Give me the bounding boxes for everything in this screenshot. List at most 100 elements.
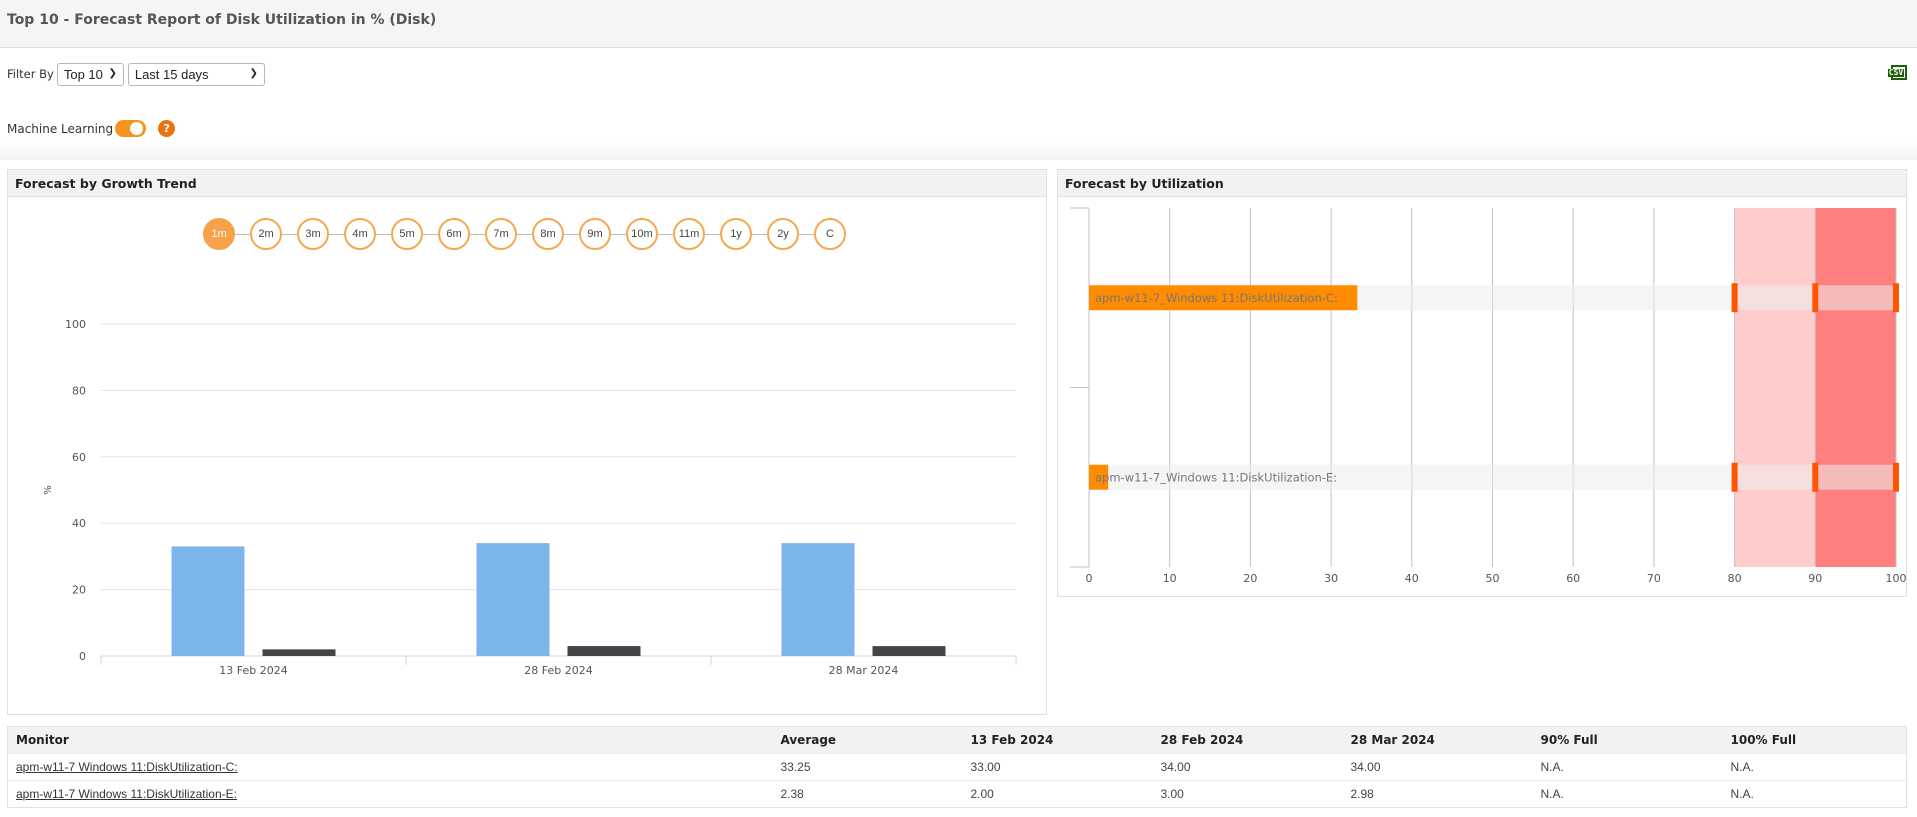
column-header-90-full[interactable]: 90% Full	[1532, 726, 1723, 754]
x-tick-label: 30	[1324, 572, 1338, 585]
period-connector	[799, 233, 814, 235]
period-button-5m[interactable]: 5m	[391, 218, 423, 250]
machine-learning-label: Machine Learning	[7, 121, 114, 136]
y-tick-label: 0	[79, 650, 86, 663]
period-select[interactable]: Last 15 days ❯	[127, 62, 265, 86]
toggle-knob	[130, 122, 144, 135]
period-button-1m[interactable]: 1m	[203, 218, 235, 250]
top-n-select-value: Top 10	[63, 66, 103, 82]
x-tick-label: 0	[1086, 572, 1093, 585]
bar-series-e	[567, 646, 641, 656]
y-tick-label: 60	[72, 451, 86, 464]
period-button-10m[interactable]: 10m	[626, 218, 658, 250]
machine-learning-row: Machine Learning ?	[7, 120, 176, 137]
90-full-cell: N.A.	[1532, 780, 1723, 808]
plot-band-warning	[1734, 208, 1816, 567]
date-3-cell: 2.98	[1342, 780, 1533, 808]
period-connector	[658, 233, 673, 235]
bar-series-c	[476, 543, 550, 656]
column-header-date-2[interactable]: 28 Feb 2024	[1152, 726, 1343, 754]
threshold-marker	[1731, 283, 1738, 313]
period-button-7m[interactable]: 7m	[485, 218, 517, 250]
average-cell: 2.38	[772, 780, 963, 808]
period-button-3m[interactable]: 3m	[297, 218, 329, 250]
bar-series-e	[872, 646, 946, 656]
chevron-down-icon: ❯	[249, 67, 258, 79]
period-connector	[517, 233, 532, 235]
threshold-marker	[1893, 462, 1899, 492]
column-header-date-3[interactable]: 28 Mar 2024	[1342, 726, 1533, 754]
x-tick-label: 28 Mar 2024	[829, 664, 899, 677]
monitor-link[interactable]: apm-w11-7 Windows 11:DiskUtilization-C:	[16, 760, 238, 774]
forecast-table: Monitor Average 13 Feb 2024 28 Feb 2024 …	[7, 726, 1907, 808]
growth-trend-title: Forecast by Growth Trend	[8, 170, 1046, 197]
bar-series-e	[262, 649, 336, 656]
filter-bar: Filter By Top 10 ❯ Last 15 days ❯	[7, 62, 269, 86]
date-2-cell: 3.00	[1152, 780, 1343, 808]
top-n-select[interactable]: Top 10 ❯	[56, 62, 124, 86]
x-tick-label: 80	[1728, 572, 1742, 585]
period-button-2m[interactable]: 2m	[250, 218, 282, 250]
help-icon[interactable]: ?	[158, 120, 176, 137]
bar-series-c	[781, 543, 855, 656]
period-button-9m[interactable]: 9m	[579, 218, 611, 250]
threshold-marker	[1731, 462, 1738, 492]
bar-label: apm-w11-7_Windows 11:DiskUtilization-E:	[1095, 470, 1337, 484]
bar-label: apm-w11-7_Windows 11:DiskUtilization-C:	[1095, 291, 1338, 305]
monitor-cell: apm-w11-7 Windows 11:DiskUtilization-C:	[7, 753, 773, 781]
utilization-chart: 0 10 20 30 40 50 60 70 80 90 100 apm-w11-7_Windows …	[1070, 207, 1907, 585]
period-button-C[interactable]: C	[814, 218, 846, 250]
threshold-marker	[1812, 283, 1819, 313]
period-connector	[282, 233, 297, 235]
period-button-11m[interactable]: 11m	[673, 218, 705, 250]
period-connector	[705, 233, 720, 235]
machine-learning-toggle[interactable]	[115, 120, 147, 137]
period-connector	[423, 233, 438, 235]
period-button-4m[interactable]: 4m	[344, 218, 376, 250]
column-header-average[interactable]: Average	[772, 726, 963, 754]
section-separator	[0, 140, 1917, 160]
period-connector	[329, 233, 344, 235]
page-header: Top 10 - Forecast Report of Disk Utiliza…	[0, 0, 1917, 48]
x-tick-label: 28 Feb 2024	[524, 664, 592, 677]
bar-series-c	[171, 546, 245, 656]
x-tick-label: 100	[1886, 572, 1907, 585]
x-tick-label: 13 Feb 2024	[219, 664, 287, 677]
period-button-2y[interactable]: 2y	[767, 218, 799, 250]
period-button-6m[interactable]: 6m	[438, 218, 470, 250]
period-connector	[470, 233, 485, 235]
threshold-marker	[1812, 462, 1819, 492]
date-2-cell: 34.00	[1152, 753, 1343, 781]
utilization-title: Forecast by Utilization	[1058, 170, 1906, 197]
x-tick-label: 60	[1566, 572, 1580, 585]
monitor-cell: apm-w11-7 Windows 11:DiskUtilization-E:	[7, 780, 773, 808]
date-3-cell: 34.00	[1342, 753, 1533, 781]
period-select-value: Last 15 days	[134, 66, 209, 82]
average-cell: 33.25	[772, 753, 963, 781]
100-full-cell: N.A.	[1722, 780, 1907, 808]
y-tick-label: 80	[72, 384, 86, 397]
table-header-row: Monitor Average 13 Feb 2024 28 Feb 2024 …	[7, 726, 1907, 754]
threshold-marker	[1893, 283, 1899, 313]
period-button-1y[interactable]: 1y	[720, 218, 752, 250]
period-button-8m[interactable]: 8m	[532, 218, 564, 250]
csv-label: CSV	[1887, 67, 1905, 77]
period-selector: 1m 2m 3m 4m 5m 6m 7m 8m 9m 10m 11m 1y 2y C	[203, 218, 846, 250]
table-row: apm-w11-7 Windows 11:DiskUtilization-E: …	[7, 780, 1907, 808]
x-tick-label: 40	[1405, 572, 1419, 585]
x-tick-label: 50	[1486, 572, 1500, 585]
monitor-link[interactable]: apm-w11-7 Windows 11:DiskUtilization-E:	[16, 787, 237, 801]
filter-label: Filter By	[7, 67, 54, 81]
y-tick-label: 40	[72, 517, 86, 530]
date-1-cell: 2.00	[962, 780, 1153, 808]
column-header-100-full[interactable]: 100% Full	[1722, 726, 1907, 754]
csv-export-icon[interactable]: CSV	[1887, 65, 1907, 80]
growth-trend-chart: 0 20 40 60 80 100% 13 Feb 2024 28 Feb 2024 28 Ma…	[43, 318, 1017, 677]
y-axis-label: %	[43, 485, 54, 495]
column-header-monitor[interactable]: Monitor	[7, 726, 773, 754]
date-1-cell: 33.00	[962, 753, 1153, 781]
x-tick-label: 90	[1808, 572, 1822, 585]
90-full-cell: N.A.	[1532, 753, 1723, 781]
column-header-date-1[interactable]: 13 Feb 2024	[962, 726, 1153, 754]
y-tick-label: 100	[65, 318, 86, 331]
